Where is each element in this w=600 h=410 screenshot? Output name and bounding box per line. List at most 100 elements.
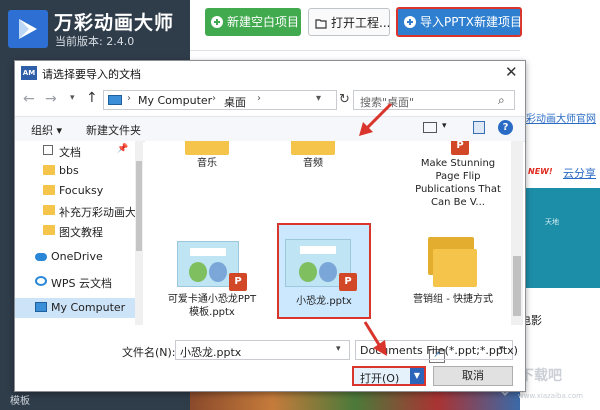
tree-item-focuksy[interactable]: Focuksy <box>15 181 143 201</box>
dialog-toolbar: 组织 ▾ 新建文件夹 ▾ ? <box>15 116 525 142</box>
wps-cloud-icon <box>35 276 47 286</box>
tree-item-tutorials[interactable]: 图文教程 <box>15 221 143 241</box>
tree-item-label: OneDrive <box>51 250 103 263</box>
chevron-down-icon[interactable]: ▾ <box>499 344 504 354</box>
template-thumbnail[interactable] <box>520 188 600 288</box>
import-pptx-button[interactable]: 导入PPTX新建项目 <box>396 7 522 37</box>
open-button[interactable]: 打开(O) ▼ <box>352 366 426 386</box>
navigation-scrollbar-thumb[interactable] <box>136 161 142 251</box>
cancel-button[interactable]: 取消 <box>433 366 513 386</box>
recent-locations-chevron-icon[interactable]: ▾ <box>70 93 75 103</box>
new-folder-button[interactable]: 新建文件夹 <box>86 122 141 138</box>
new-blank-project-label: 新建空白项目 <box>227 15 300 29</box>
breadcrumb-desktop[interactable]: 桌面 <box>224 94 246 110</box>
file-item-audio[interactable]: 音频 <box>271 157 355 170</box>
dialog-title: 请选择要导入的文档 <box>42 68 141 81</box>
watermark: 下载吧 <box>520 368 562 384</box>
open-project-label: 打开工程... <box>331 16 391 30</box>
open-project-button[interactable]: 打开工程... <box>308 8 390 36</box>
navigation-bar: ← → ▾ ↑ › My Computer › 桌面 › ▾ ↻ 搜索"桌面" … <box>15 87 525 113</box>
watermark-url: www.xiazaiba.com <box>518 392 583 400</box>
app-small-icon: AM <box>21 66 37 80</box>
folder-icon <box>43 165 55 175</box>
file-item-dinosaur-template[interactable]: 可爱卡通小恐龙PPT模板.pptx <box>165 293 259 319</box>
tree-item-label: 文档 <box>59 146 81 159</box>
plus-icon <box>211 10 223 28</box>
forward-arrow-icon[interactable]: → <box>45 91 57 107</box>
file-scrollbar-thumb[interactable] <box>513 256 521 316</box>
close-icon[interactable]: ✕ <box>505 63 518 81</box>
dialog-titlebar: AM 请选择要导入的文档 ✕ <box>15 61 525 85</box>
preview-pane-icon[interactable] <box>473 121 485 134</box>
pin-icon[interactable]: 📌 <box>117 144 128 154</box>
sidebar-bottom-label: 模板 <box>10 396 30 407</box>
new-badge: NEW! <box>528 167 553 176</box>
import-pptx-label: 导入PPTX新建项目 <box>420 15 523 29</box>
powerpoint-icon: P <box>339 273 357 291</box>
tree-item-label: bbs <box>59 164 79 177</box>
tree-item-label: Focuksy <box>59 184 104 197</box>
back-arrow-icon[interactable]: ← <box>23 91 35 107</box>
tree-item-supplement[interactable]: 补充万彩动画大师 <box>15 201 143 221</box>
breadcrumb-separator-icon[interactable]: › <box>257 93 261 104</box>
folder-open-icon <box>315 11 327 29</box>
help-icon[interactable]: ? <box>498 120 513 135</box>
open-dropdown-icon[interactable]: ▼ <box>410 368 424 384</box>
app-version: 当前版本: 2.4.0 <box>55 35 135 48</box>
tree-item-bbs[interactable]: bbs <box>15 161 143 181</box>
folder-icon <box>291 141 335 155</box>
breadcrumb-my-computer[interactable]: My Computer <box>138 94 212 107</box>
template-strip <box>190 392 520 410</box>
folder-icon <box>43 185 55 195</box>
app-name: 万彩动画大师 <box>54 12 175 34</box>
breadcrumb-separator-icon[interactable]: › <box>127 93 131 104</box>
breadcrumb-separator-icon[interactable]: › <box>212 93 216 104</box>
open-button-label: 打开(O) <box>360 372 400 385</box>
folder-icon <box>43 225 55 235</box>
plus-icon <box>404 11 416 28</box>
refresh-icon[interactable]: ↻ <box>339 92 350 107</box>
folder-icon <box>185 141 229 155</box>
document-icon <box>43 145 53 155</box>
folder-icon <box>43 205 55 215</box>
view-options-icon[interactable] <box>423 122 437 133</box>
tree-item-wps-cloud[interactable]: WPS 云文档 <box>15 272 143 292</box>
powerpoint-icon: P <box>229 273 247 291</box>
file-item-marketing-shortcut[interactable]: 营销组 - 快捷方式 <box>407 293 499 306</box>
filename-input[interactable]: 小恐龙.pptx ▾ <box>175 340 350 360</box>
filename-label: 文件名(N): <box>122 346 176 359</box>
tree-item-label: My Computer <box>51 301 126 314</box>
tree-item-documents[interactable]: 文档 📌 <box>15 141 143 161</box>
view-dropdown-icon[interactable]: ▾ <box>442 121 447 131</box>
up-arrow-icon[interactable]: ↑ <box>86 90 98 106</box>
file-item-music[interactable]: 音乐 <box>165 157 249 170</box>
file-item-make-stunning[interactable]: Make Stunning Page Flip Publications Tha… <box>411 157 505 209</box>
file-open-dialog: AM 请选择要导入的文档 ✕ ← → ▾ ↑ › My Computer › 桌… <box>14 60 526 392</box>
chevron-down-icon[interactable]: ▾ <box>336 344 341 354</box>
powerpoint-icon: P <box>451 141 469 155</box>
cloud-share-link[interactable]: 云分享 <box>563 165 596 181</box>
annotation-arrow-icon <box>359 102 393 136</box>
official-site-link[interactable]: 彩动画大师官网 <box>526 110 596 125</box>
tree-item-label: WPS 云文档 <box>51 277 112 290</box>
navigation-pane: 文档 📌 bbs Focuksy 补充万彩动画大师 图文教程 OneDrive … <box>15 141 143 325</box>
search-icon: ⌕ <box>498 93 505 107</box>
computer-icon <box>108 95 122 105</box>
computer-icon <box>35 302 47 312</box>
address-dropdown-icon[interactable]: ▾ <box>316 93 321 104</box>
filename-value: 小恐龙.pptx <box>180 346 242 359</box>
tree-item-label: 补充万彩动画大师 <box>59 206 143 219</box>
app-logo <box>8 10 48 48</box>
onedrive-icon <box>35 253 47 261</box>
tree-item-my-computer[interactable]: My Computer <box>15 298 143 318</box>
organize-menu[interactable]: 组织 ▾ <box>31 122 62 138</box>
address-bar[interactable]: › My Computer › 桌面 › ▾ <box>103 90 337 110</box>
tree-item-label: 图文教程 <box>59 226 103 239</box>
file-item-selected[interactable]: P 小恐龙.pptx <box>277 223 371 319</box>
tree-item-onedrive[interactable]: OneDrive <box>15 247 143 267</box>
file-item-label: 小恐龙.pptx <box>296 296 352 307</box>
annotation-arrow-icon <box>363 321 387 356</box>
folder-icon <box>433 249 477 287</box>
new-blank-project-button[interactable]: 新建空白项目 <box>205 8 301 36</box>
template-thumbnail-text: 天地 <box>545 218 559 226</box>
